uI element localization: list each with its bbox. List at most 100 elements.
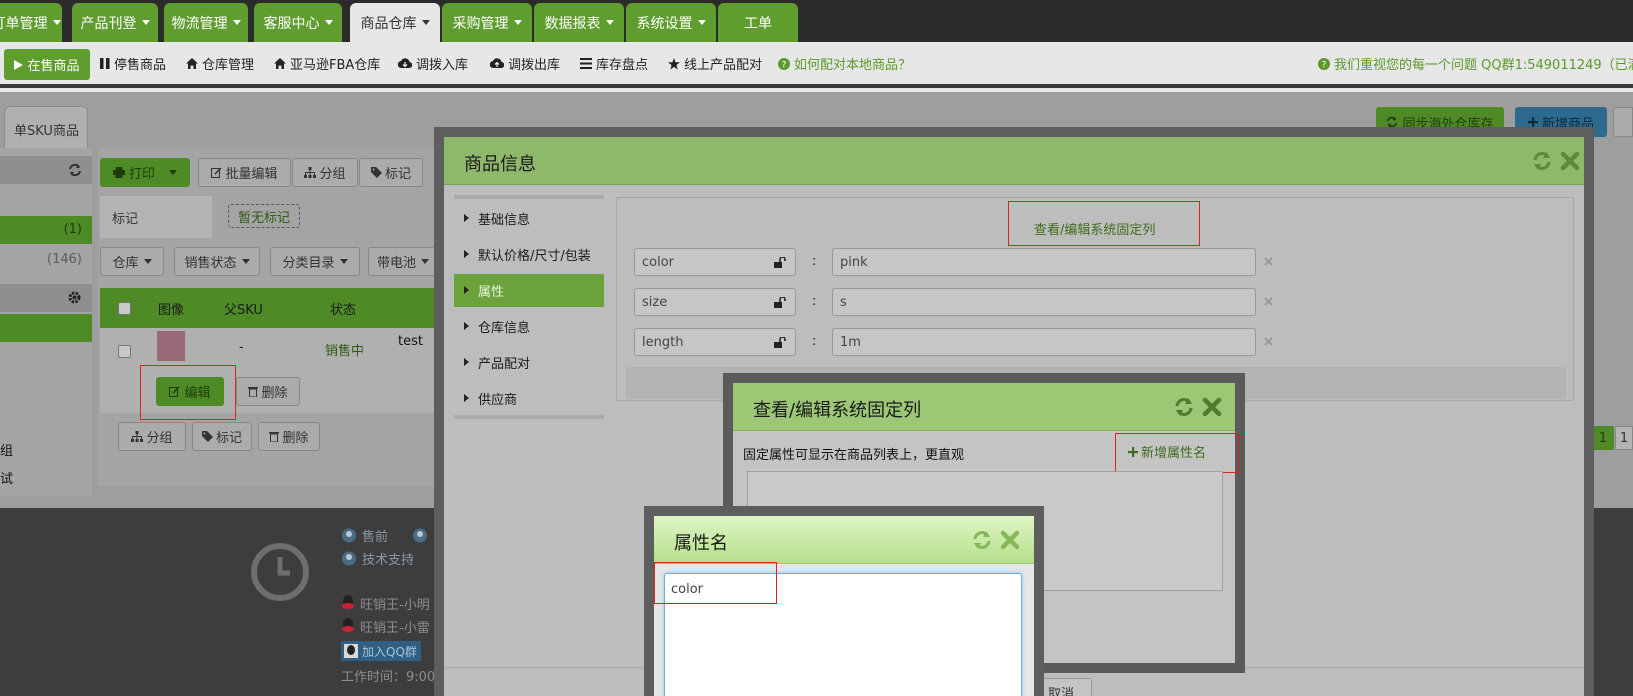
sidebar-item-attributes[interactable]: 属性 bbox=[454, 274, 604, 307]
group-label: 分组 bbox=[319, 167, 346, 182]
subnav-online-pairing[interactable]: 线上产品配对 bbox=[668, 54, 762, 73]
sidebar-item-pairing[interactable]: 产品配对 bbox=[454, 346, 604, 379]
subnav-amazon-fba[interactable]: 亚马逊FBA仓库 bbox=[274, 54, 380, 73]
filter-sales-status[interactable]: 销售状态 bbox=[174, 247, 260, 276]
remove-icon[interactable] bbox=[1264, 297, 1273, 306]
subnav-on-sale[interactable]: 在售商品 bbox=[4, 49, 90, 80]
chevron-down-icon bbox=[421, 20, 430, 25]
nav-tab-customer-service[interactable]: 客服中心 bbox=[254, 3, 342, 42]
star-icon bbox=[668, 57, 680, 69]
chevron-down-icon bbox=[339, 259, 348, 264]
tech-support-label[interactable]: 技术支持 bbox=[362, 549, 414, 568]
subnav-warehouse-mgmt[interactable]: 仓库管理 bbox=[186, 54, 254, 73]
refresh-icon[interactable] bbox=[1532, 151, 1552, 171]
page-button[interactable]: 1 bbox=[1615, 426, 1633, 450]
remove-icon[interactable] bbox=[1264, 337, 1273, 346]
gear-icon[interactable] bbox=[68, 291, 81, 304]
subnav-transfer-in[interactable]: 调拨入库 bbox=[398, 54, 468, 73]
refresh-icon[interactable] bbox=[972, 530, 992, 550]
chevron-down-icon bbox=[141, 20, 150, 25]
sidebar-item-supplier[interactable]: 供应商 bbox=[454, 382, 604, 415]
modal-header: 属性名 bbox=[654, 516, 1034, 564]
modal-header: 商品信息 bbox=[444, 137, 1584, 185]
attr-name-field-length[interactable]: length bbox=[634, 328, 796, 356]
sidebar-text-fragment: 试 bbox=[0, 472, 14, 487]
contact-xiaoming[interactable]: 旺销王-小明 bbox=[360, 594, 430, 613]
select-all-checkbox[interactable] bbox=[118, 302, 131, 315]
help-link-pairing[interactable]: ? 如何配对本地商品？ bbox=[778, 54, 911, 73]
attr-value-field-color[interactable]: pink bbox=[832, 248, 1256, 276]
qq-group-notice[interactable]: ? 我们重视您的每一个问题 QQ群1:549011249（已满 bbox=[1318, 54, 1633, 73]
sidebar-item-label: 默认价格/尺寸/包装 bbox=[478, 249, 591, 264]
subnav-inventory-count[interactable]: 库存盘点 bbox=[580, 54, 648, 73]
nav-tab-warehouse[interactable]: 商品仓库 bbox=[350, 3, 440, 42]
nav-tab-purchasing[interactable]: 采购管理 bbox=[442, 3, 532, 42]
tab-single-sku[interactable]: 单SKU商品 bbox=[4, 106, 88, 148]
print-button[interactable]: 打印 bbox=[100, 158, 190, 187]
list-icon bbox=[580, 58, 592, 69]
sidebar-item-basic-info[interactable]: 基础信息 bbox=[454, 202, 604, 235]
sidebar-item-selected[interactable] bbox=[0, 314, 92, 342]
chevron-down-icon bbox=[513, 20, 522, 25]
nav-tab-reports[interactable]: 数据报表 bbox=[534, 3, 624, 42]
bottom-group-button[interactable]: 分组 bbox=[118, 422, 186, 451]
no-mark-tag[interactable]: 暂无标记 bbox=[228, 204, 300, 228]
more-button[interactable] bbox=[1613, 107, 1633, 137]
refresh-icon[interactable] bbox=[1174, 397, 1194, 417]
attr-name: size bbox=[642, 294, 668, 310]
sitemap-icon bbox=[304, 167, 317, 178]
close-icon[interactable] bbox=[1202, 397, 1222, 417]
nav-tab-orders[interactable]: 订单管理 bbox=[0, 3, 62, 42]
row-checkbox[interactable] bbox=[118, 345, 131, 358]
bottom-delete-button[interactable]: 删除 bbox=[258, 422, 320, 451]
sidebar-item-warehouse[interactable]: 仓库信息 bbox=[454, 310, 604, 343]
top-navigation: 订单管理 产品刊登 物流管理 客服中心 商品仓库 采购管理 数据报表 系统设置 … bbox=[0, 0, 1633, 42]
subnav-discontinued[interactable]: 停售商品 bbox=[100, 54, 166, 73]
sidebar-item-active[interactable]: (1) bbox=[0, 216, 92, 244]
tag-icon bbox=[370, 167, 382, 178]
modal-title: 属性名 bbox=[674, 533, 728, 554]
remove-icon[interactable] bbox=[1264, 257, 1273, 266]
no-mark-label: 暂无标记 bbox=[237, 210, 290, 226]
play-icon bbox=[14, 59, 24, 70]
nav-tab-logistics[interactable]: 物流管理 bbox=[164, 3, 248, 42]
close-icon[interactable] bbox=[1000, 530, 1020, 550]
attr-name-field-size[interactable]: size bbox=[634, 288, 796, 316]
page-button-active[interactable]: 1 bbox=[1592, 426, 1614, 450]
nav-tab-settings[interactable]: 系统设置 bbox=[626, 3, 716, 42]
mark-button[interactable]: 标记 bbox=[359, 158, 423, 187]
contact-xiaolei[interactable]: 旺销王-小雷 bbox=[360, 617, 430, 636]
filter-category[interactable]: 分类目录 bbox=[270, 247, 360, 276]
attr-value-field-length[interactable]: 1m bbox=[832, 328, 1256, 356]
delete-label: 删除 bbox=[261, 386, 288, 401]
batch-edit-button[interactable]: 批量编辑 bbox=[198, 158, 291, 187]
attr-value-field-size[interactable]: s bbox=[832, 288, 1256, 316]
filter-label: 带电池 bbox=[376, 256, 416, 271]
refresh-icon[interactable] bbox=[68, 163, 82, 177]
join-qq-group-button[interactable]: 加入QQ群 bbox=[341, 641, 421, 661]
unlock-icon bbox=[774, 297, 786, 308]
sidebar-item-label: 仓库信息 bbox=[478, 321, 531, 336]
filter-battery[interactable]: 带电池 bbox=[368, 247, 438, 276]
filter-warehouse[interactable]: 仓库 bbox=[100, 247, 164, 276]
help-link-text: 如何配对本地商品？ bbox=[794, 58, 912, 73]
row-delete-button[interactable]: 删除 bbox=[236, 377, 300, 406]
nav-tab-listing[interactable]: 产品刊登 bbox=[72, 3, 158, 42]
row-title: test bbox=[398, 334, 423, 349]
attr-name-field-color[interactable]: color bbox=[634, 248, 796, 276]
bottom-mark-button[interactable]: 标记 bbox=[192, 422, 252, 451]
close-icon[interactable] bbox=[1560, 151, 1580, 171]
nav-tab-tickets[interactable]: 工单 bbox=[718, 3, 798, 42]
sidebar-item-default-price[interactable]: 默认价格/尺寸/包装 bbox=[454, 238, 604, 271]
modal-title: 商品信息 bbox=[464, 154, 536, 175]
group-button[interactable]: 分组 bbox=[292, 158, 358, 187]
presale-label[interactable]: 售前 bbox=[362, 526, 388, 545]
sidebar-item[interactable]: (146) bbox=[0, 246, 92, 274]
subnav-label: 调拨入库 bbox=[416, 58, 469, 73]
subnav-transfer-out[interactable]: 调拨出库 bbox=[490, 54, 560, 73]
notice-text: 我们重视您的每一个问题 QQ群1:549011249（已满 bbox=[1334, 58, 1633, 73]
column-status: 状态 bbox=[330, 303, 357, 318]
table-header: 图像 父SKU 状态 bbox=[100, 288, 438, 328]
sidebar-header bbox=[0, 156, 92, 184]
subnav-label: 调拨出库 bbox=[508, 58, 561, 73]
